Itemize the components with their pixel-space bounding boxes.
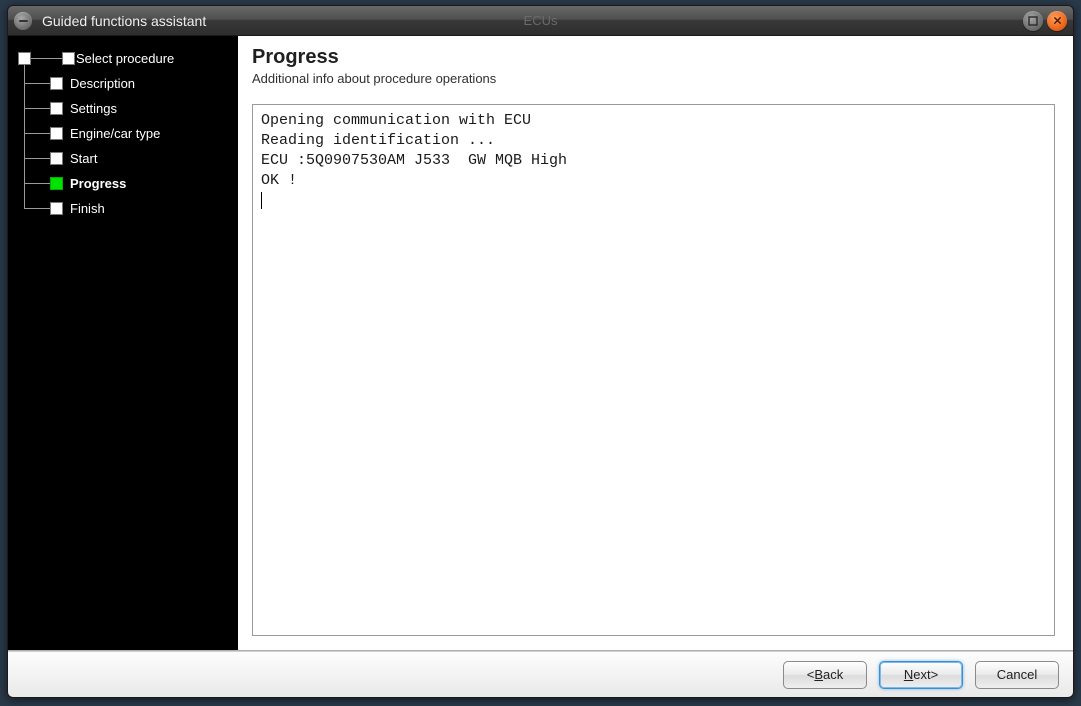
cancel-label: Cancel: [997, 667, 1037, 682]
next-rest: ext: [913, 667, 930, 682]
log-text: Opening communication with ECU Reading i…: [261, 112, 567, 189]
tree-node-area: [18, 96, 70, 121]
tree-node-area: [18, 171, 70, 196]
tree-node-area: [18, 71, 70, 96]
step-node-box: [50, 177, 63, 190]
step-node-box: [50, 77, 63, 90]
wizard-footer: < Back Next > Cancel: [8, 651, 1073, 697]
step-label: Select procedure: [76, 51, 174, 66]
step-node-box: [50, 202, 63, 215]
page-subtitle: Additional info about procedure operatio…: [252, 71, 1055, 86]
close-icon: [1053, 16, 1062, 25]
step-item-start[interactable]: Start: [18, 146, 230, 171]
step-node-box: [50, 102, 63, 115]
titlebar[interactable]: Guided functions assistant ECUs: [8, 6, 1073, 36]
window-controls: [1023, 11, 1067, 31]
text-caret: [261, 192, 262, 209]
tree-node-area: [18, 46, 76, 71]
step-item-description[interactable]: Description: [18, 71, 230, 96]
tree-root-box: [18, 52, 31, 65]
step-label: Finish: [70, 201, 105, 216]
step-node-box: [62, 52, 75, 65]
assistant-window: Guided functions assistant ECUs Select p…: [7, 5, 1074, 698]
progress-log[interactable]: Opening communication with ECU Reading i…: [252, 104, 1055, 636]
next-suffix: >: [931, 667, 939, 682]
back-rest: ack: [823, 667, 843, 682]
main-panel: Progress Additional info about procedure…: [238, 36, 1073, 650]
step-label: Engine/car type: [70, 126, 160, 141]
app-menu-icon[interactable]: [14, 12, 32, 30]
step-item-progress[interactable]: Progress: [18, 171, 230, 196]
step-label: Description: [70, 76, 135, 91]
step-node-box: [50, 127, 63, 140]
back-mnemonic: B: [814, 667, 823, 682]
next-mnemonic: N: [904, 667, 913, 682]
step-label: Settings: [70, 101, 117, 116]
step-item-engine-car-type[interactable]: Engine/car type: [18, 121, 230, 146]
close-button[interactable]: [1047, 11, 1067, 31]
cancel-button[interactable]: Cancel: [975, 661, 1059, 689]
background-window-title: ECUs: [524, 13, 558, 28]
step-label: Start: [70, 151, 97, 166]
back-prefix: <: [807, 667, 815, 682]
tree-node-area: [18, 196, 70, 221]
maximize-button[interactable]: [1023, 11, 1043, 31]
window-title: Guided functions assistant: [42, 13, 206, 29]
maximize-icon: [1028, 16, 1038, 26]
step-node-box: [50, 152, 63, 165]
next-button[interactable]: Next >: [879, 661, 963, 689]
step-item-select-procedure[interactable]: Select procedure: [18, 46, 230, 71]
page-title: Progress: [252, 46, 1055, 69]
step-item-finish[interactable]: Finish: [18, 196, 230, 221]
back-button[interactable]: < Back: [783, 661, 867, 689]
step-label: Progress: [70, 176, 126, 191]
tree-node-area: [18, 121, 70, 146]
step-item-settings[interactable]: Settings: [18, 96, 230, 121]
steps-sidebar: Select procedure Description Settings Engin…: [8, 36, 238, 650]
wizard-body: Select procedure Description Settings Engin…: [8, 36, 1073, 651]
tree-node-area: [18, 146, 70, 171]
